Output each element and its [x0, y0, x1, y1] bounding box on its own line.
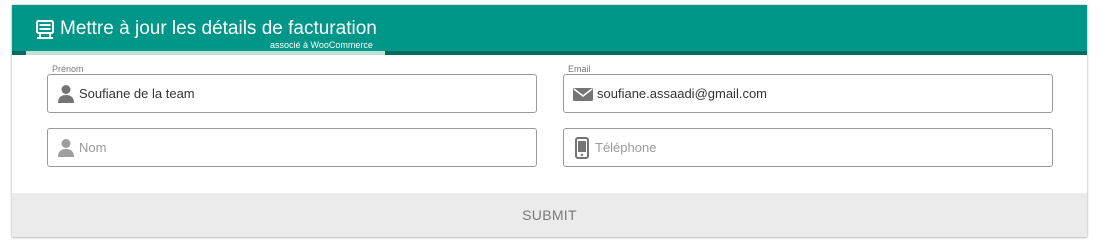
first-name-field[interactable]: Soufiane de la team: [47, 74, 537, 113]
user-icon: [57, 84, 75, 104]
email-label: Email: [568, 64, 591, 74]
billing-icon: [36, 20, 54, 40]
last-name-field[interactable]: Nom: [47, 128, 537, 167]
page-title: Mettre à jour les détails de facturation: [60, 18, 377, 39]
phone-field[interactable]: Téléphone: [563, 128, 1053, 167]
phone-placeholder: Téléphone: [595, 140, 657, 155]
submit-button[interactable]: SUBMIT: [12, 193, 1087, 237]
header-tab-indicator: [26, 51, 385, 55]
user-icon: [57, 138, 75, 158]
card-header: Mettre à jour les détails de facturation…: [12, 5, 1087, 55]
billing-details-card: Mettre à jour les détails de facturation…: [12, 5, 1087, 237]
page-subtitle: associé à WooCommerce: [270, 40, 373, 50]
email-field[interactable]: soufiane.assaadi@gmail.com: [563, 74, 1053, 113]
mobile-phone-icon: [575, 137, 589, 159]
first-name-label: Prénom: [52, 64, 84, 74]
last-name-placeholder: Nom: [79, 140, 107, 155]
first-name-value: Soufiane de la team: [79, 86, 195, 101]
email-value: soufiane.assaadi@gmail.com: [597, 86, 768, 101]
envelope-icon: [573, 84, 593, 104]
